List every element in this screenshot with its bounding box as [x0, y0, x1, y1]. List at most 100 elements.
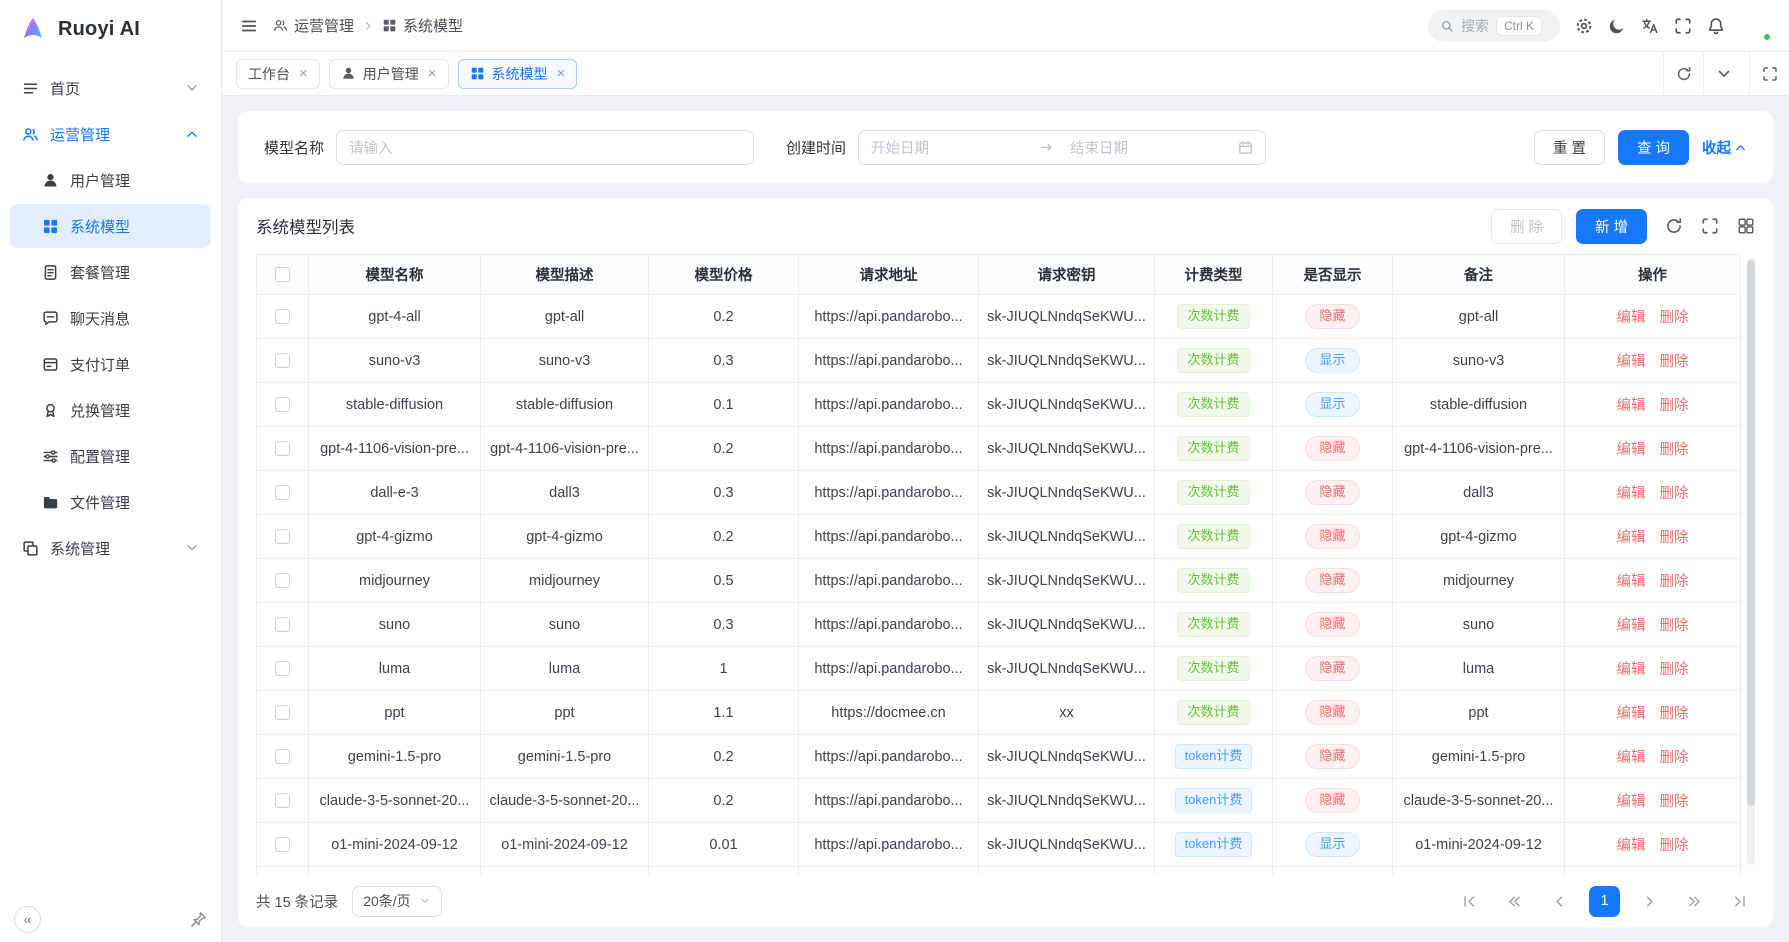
first-page-button[interactable] [1454, 886, 1485, 917]
edit-link[interactable]: 编辑 [1617, 750, 1646, 766]
edit-link[interactable]: 编辑 [1617, 794, 1646, 810]
delete-link[interactable]: 删除 [1660, 530, 1689, 546]
sidebar-item-home[interactable]: 首页 [10, 66, 211, 110]
sidebar-collapse-button[interactable]: « [14, 906, 41, 933]
delete-link[interactable]: 删除 [1660, 442, 1689, 458]
visibility-badge: 显示 [1305, 348, 1359, 372]
row-checkbox[interactable] [275, 837, 290, 852]
table-scrollbar[interactable] [1747, 258, 1755, 865]
delete-link[interactable]: 删除 [1660, 618, 1689, 634]
tab-bar: 工作台× 用户管理× 系统模型× [222, 52, 1789, 96]
edit-link[interactable]: 编辑 [1617, 574, 1646, 590]
app-logo[interactable]: Ruoyi AI [0, 0, 221, 58]
sidebar-item-user-management[interactable]: 用户管理 [10, 158, 211, 202]
scrollbar-thumb[interactable] [1747, 260, 1755, 806]
create-time-range-picker[interactable]: 开始日期 结束日期 [858, 130, 1266, 165]
edit-link[interactable]: 编辑 [1617, 838, 1646, 854]
prev-page-button[interactable] [1544, 886, 1575, 917]
bell-icon[interactable] [1707, 17, 1725, 35]
tab-workbench[interactable]: 工作台× [236, 59, 320, 89]
delete-link[interactable]: 删除 [1660, 662, 1689, 678]
sidebar-item-operations[interactable]: 运营管理 [10, 112, 211, 156]
row-checkbox[interactable] [275, 529, 290, 544]
close-icon[interactable]: × [428, 66, 437, 81]
cell-model-price: 0.3 [649, 603, 799, 647]
close-icon[interactable]: × [299, 66, 308, 81]
edit-link[interactable]: 编辑 [1617, 354, 1646, 370]
row-checkbox[interactable] [275, 485, 290, 500]
row-checkbox[interactable] [275, 793, 290, 808]
delete-link[interactable]: 删除 [1660, 486, 1689, 502]
maximize-content-icon[interactable] [1749, 52, 1789, 95]
sidebar-item-exchange-management[interactable]: 兑换管理 [10, 388, 211, 432]
edit-link[interactable]: 编辑 [1617, 530, 1646, 546]
refresh-icon[interactable] [1663, 52, 1703, 95]
delete-link[interactable]: 删除 [1660, 354, 1689, 370]
select-all-checkbox[interactable] [275, 267, 290, 282]
model-name-input[interactable]: 请输入 [336, 130, 754, 165]
delete-link[interactable]: 删除 [1660, 750, 1689, 766]
delete-link[interactable]: 删除 [1660, 310, 1689, 326]
edit-link[interactable]: 编辑 [1617, 310, 1646, 326]
delete-link[interactable]: 删除 [1660, 398, 1689, 414]
sidebar-item-payment-orders[interactable]: 支付订单 [10, 342, 211, 386]
avatar[interactable] [1740, 10, 1771, 41]
page-size-select[interactable]: 20条/页 [352, 886, 441, 917]
fullscreen-icon[interactable] [1674, 17, 1692, 35]
next-page-button[interactable] [1634, 886, 1665, 917]
reset-button[interactable]: 重 置 [1534, 130, 1605, 165]
sidebar-item-chat-messages[interactable]: 聊天消息 [10, 296, 211, 340]
current-page-button[interactable]: 1 [1589, 886, 1620, 917]
edit-link[interactable]: 编辑 [1617, 442, 1646, 458]
edit-link[interactable]: 编辑 [1617, 486, 1646, 502]
pin-icon[interactable] [190, 911, 207, 928]
gear-icon[interactable] [1575, 17, 1593, 35]
cell-remark: midjourney [1393, 559, 1565, 603]
sidebar-item-config-management[interactable]: 配置管理 [10, 434, 211, 478]
last-page-button[interactable] [1724, 886, 1755, 917]
edit-link[interactable]: 编辑 [1617, 398, 1646, 414]
close-icon[interactable]: × [557, 66, 566, 81]
dark-mode-moon-icon[interactable] [1608, 17, 1626, 35]
delete-button[interactable]: 删 除 [1491, 209, 1562, 244]
breadcrumb-operations[interactable]: 运营管理 [273, 15, 354, 36]
sidebar-item-system[interactable]: 系统管理 [10, 526, 211, 570]
sidebar-item-file-management[interactable]: 文件管理 [10, 480, 211, 524]
breadcrumb-system-model[interactable]: 系统模型 [382, 15, 463, 36]
chevron-down-icon[interactable] [1703, 52, 1743, 95]
column-settings-icon[interactable] [1737, 217, 1755, 235]
edit-link[interactable]: 编辑 [1617, 618, 1646, 634]
delete-link[interactable]: 删除 [1660, 794, 1689, 810]
fullscreen-icon[interactable] [1701, 217, 1719, 235]
row-checkbox[interactable] [275, 705, 290, 720]
row-checkbox[interactable] [275, 749, 290, 764]
delete-link[interactable]: 删除 [1660, 706, 1689, 722]
sidebar-item-package-management[interactable]: 套餐管理 [10, 250, 211, 294]
cell-model-price: 0.2 [649, 735, 799, 779]
tab-system-model[interactable]: 系统模型× [458, 59, 578, 89]
row-checkbox[interactable] [275, 397, 290, 412]
edit-link[interactable]: 编辑 [1617, 662, 1646, 678]
add-button[interactable]: 新 增 [1576, 209, 1647, 244]
row-checkbox[interactable] [275, 441, 290, 456]
hamburger-icon[interactable] [240, 17, 258, 35]
collapse-filter-link[interactable]: 收起 [1702, 137, 1747, 158]
refresh-icon[interactable] [1665, 217, 1683, 235]
sidebar-item-system-model[interactable]: 系统模型 [10, 204, 211, 248]
next-pages-button[interactable] [1679, 886, 1710, 917]
query-button[interactable]: 查 询 [1618, 130, 1689, 165]
row-checkbox[interactable] [275, 573, 290, 588]
delete-link[interactable]: 删除 [1660, 838, 1689, 854]
row-checkbox[interactable] [275, 353, 290, 368]
delete-link[interactable]: 删除 [1660, 574, 1689, 590]
row-checkbox[interactable] [275, 661, 290, 676]
row-checkbox[interactable] [275, 309, 290, 324]
row-checkbox[interactable] [275, 617, 290, 632]
language-icon[interactable] [1641, 17, 1659, 35]
column-header: 请求密钥 [979, 255, 1155, 295]
tab-user-management[interactable]: 用户管理× [329, 59, 449, 89]
table-toolbar: 系统模型列表 删 除 新 增 [256, 198, 1755, 254]
search-input[interactable]: 搜索 Ctrl K [1428, 10, 1560, 42]
edit-link[interactable]: 编辑 [1617, 706, 1646, 722]
prev-pages-button[interactable] [1499, 886, 1530, 917]
